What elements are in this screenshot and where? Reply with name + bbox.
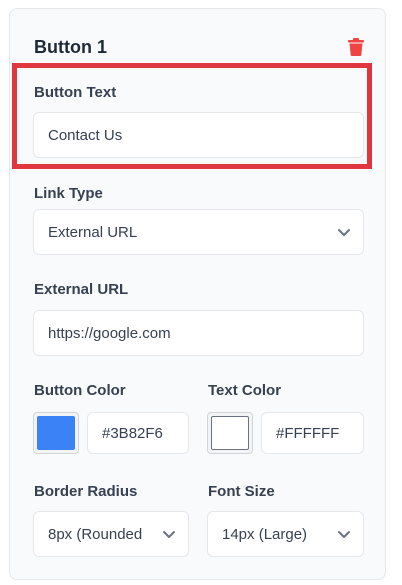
font-size-value: 14px (Large) [222,525,308,543]
external-url-input[interactable]: https://google.com [33,310,364,356]
button-color-hex-input[interactable]: #3B82F6 [87,412,189,454]
text-color-label: Text Color [208,382,282,399]
link-type-select[interactable]: External URL [33,209,364,255]
border-radius-label: Border Radius [34,483,138,500]
font-size-label: Font Size [208,483,275,500]
chevron-down-icon [338,229,350,236]
card-title: Button 1 [34,37,107,57]
font-size-select[interactable]: 14px (Large) [207,511,364,557]
text-color-swatch [211,416,249,450]
text-color-hex-input[interactable]: #FFFFFF [261,412,364,454]
button-color-swatch [37,416,75,450]
trash-icon[interactable] [348,38,364,56]
link-type-value: External URL [48,223,138,241]
external-url-label: External URL [34,281,129,298]
highlight-box [12,63,372,169]
border-radius-select[interactable]: 8px (Rounded [33,511,189,557]
border-radius-value: 8px (Rounded [48,525,143,543]
text-color-picker[interactable] [207,412,253,454]
chevron-down-icon [338,531,350,538]
link-type-label: Link Type [34,185,103,202]
button-color-label: Button Color [34,382,126,399]
chevron-down-icon [163,531,175,538]
button-color-picker[interactable] [33,412,79,454]
